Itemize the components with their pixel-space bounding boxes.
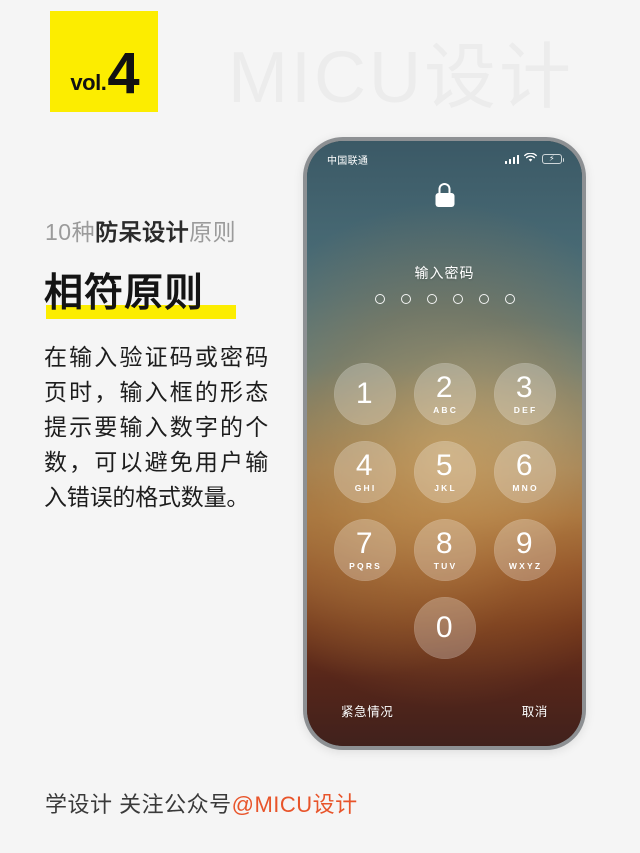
passcode-prompt: 输入密码 bbox=[414, 265, 475, 281]
key-digit: 7 bbox=[355, 527, 374, 561]
subtitle-prefix: 10种 bbox=[45, 219, 96, 245]
keypad-key-6[interactable]: 6 MNO bbox=[493, 441, 556, 503]
key-digit: 0 bbox=[435, 611, 454, 644]
key-letters: MNO bbox=[512, 483, 539, 494]
keypad-key-3[interactable]: 3 DEF bbox=[493, 363, 556, 425]
key-letters: WXYZ bbox=[508, 561, 543, 572]
status-bar: 中国联通 ⚡ bbox=[307, 141, 582, 171]
footer-handle: @MICU设计 bbox=[231, 792, 358, 817]
key-letters: GHI bbox=[354, 483, 377, 494]
key-digit: 6 bbox=[515, 449, 534, 483]
key-letters: DEF bbox=[513, 405, 538, 416]
key-letters: JKL bbox=[434, 483, 457, 494]
phone-screen: 中国联通 ⚡ 输入密码 1 2 ABC 3 DEF 4 GHI 5 JKL 6 … bbox=[307, 141, 582, 746]
key-letters: TUV bbox=[433, 561, 458, 572]
cancel-button[interactable]: 取消 bbox=[522, 701, 548, 720]
lock-closed-icon bbox=[435, 183, 454, 207]
key-digit: 3 bbox=[515, 371, 534, 405]
passcode-dot bbox=[478, 294, 489, 304]
footer-text: 学设计 关注公众号 bbox=[45, 792, 232, 817]
key-digit: 9 bbox=[515, 527, 534, 561]
keypad-key-5[interactable]: 5 JKL bbox=[413, 441, 476, 503]
body-paragraph: 在输入验证码或密码页时，输入框的形态提示要输入数字的个数，可以避免用户输入错误的… bbox=[44, 344, 268, 510]
key-digit: 5 bbox=[435, 449, 454, 483]
subtitle-suffix: 原则 bbox=[189, 219, 237, 245]
passcode-dots bbox=[307, 294, 582, 304]
subtitle: 10种防呆设计原则 bbox=[45, 219, 236, 247]
key-letters: ABC bbox=[433, 405, 459, 416]
key-digit: 8 bbox=[435, 527, 454, 561]
key-letters: PQRS bbox=[349, 561, 383, 572]
volume-label: vol. bbox=[70, 70, 107, 95]
passcode-dot bbox=[504, 294, 515, 304]
subtitle-strong: 防呆设计 bbox=[95, 219, 190, 245]
key-digit: 1 bbox=[355, 377, 374, 410]
carrier-label: 中国联通 bbox=[327, 155, 369, 167]
status-icons: ⚡ bbox=[504, 152, 564, 166]
passcode-dot bbox=[400, 294, 411, 304]
keypad-key-9[interactable]: 9 WXYZ bbox=[493, 519, 556, 581]
key-digit: 4 bbox=[355, 449, 374, 483]
emergency-button[interactable]: 紧急情况 bbox=[341, 701, 393, 720]
phone-mockup: 中国联通 ⚡ 输入密码 1 2 ABC 3 DEF 4 GHI 5 JKL 6 … bbox=[303, 137, 586, 750]
battery-charging-icon: ⚡ bbox=[542, 154, 564, 164]
passcode-keypad[interactable]: 1 2 ABC 3 DEF 4 GHI 5 JKL 6 MNO 7 PQRS 8… bbox=[333, 363, 557, 659]
page-title: 相符原则 bbox=[44, 272, 205, 315]
keypad-key-8[interactable]: 8 TUV bbox=[413, 519, 476, 581]
keypad-key-1[interactable]: 1 bbox=[333, 363, 396, 425]
passcode-dot bbox=[426, 294, 437, 304]
volume-badge: vol. 4 bbox=[50, 11, 158, 112]
signal-bars-icon bbox=[504, 154, 519, 164]
keypad-key-4[interactable]: 4 GHI bbox=[333, 441, 396, 503]
headline-group: 相符原则 bbox=[44, 272, 236, 320]
watermark-text: MICU设计 bbox=[228, 38, 574, 118]
lockscreen-actions: 紧急情况 取消 bbox=[307, 701, 582, 720]
passcode-dot bbox=[374, 294, 385, 304]
footer: 学设计 关注公众号@MICU设计 bbox=[45, 787, 358, 819]
passcode-dot bbox=[452, 294, 463, 304]
keypad-key-0[interactable]: 0 bbox=[413, 597, 476, 659]
keypad-key-7[interactable]: 7 PQRS bbox=[333, 519, 396, 581]
wifi-icon bbox=[524, 152, 537, 166]
keypad-last-row: 0 bbox=[333, 597, 557, 659]
volume-number: 4 bbox=[107, 41, 139, 107]
poster-canvas: MICU设计 vol. 4 10种防呆设计原则 相符原则 在输入验证码或密码页时… bbox=[0, 0, 640, 853]
keypad-key-2[interactable]: 2 ABC bbox=[413, 363, 476, 425]
key-digit: 2 bbox=[435, 371, 454, 405]
